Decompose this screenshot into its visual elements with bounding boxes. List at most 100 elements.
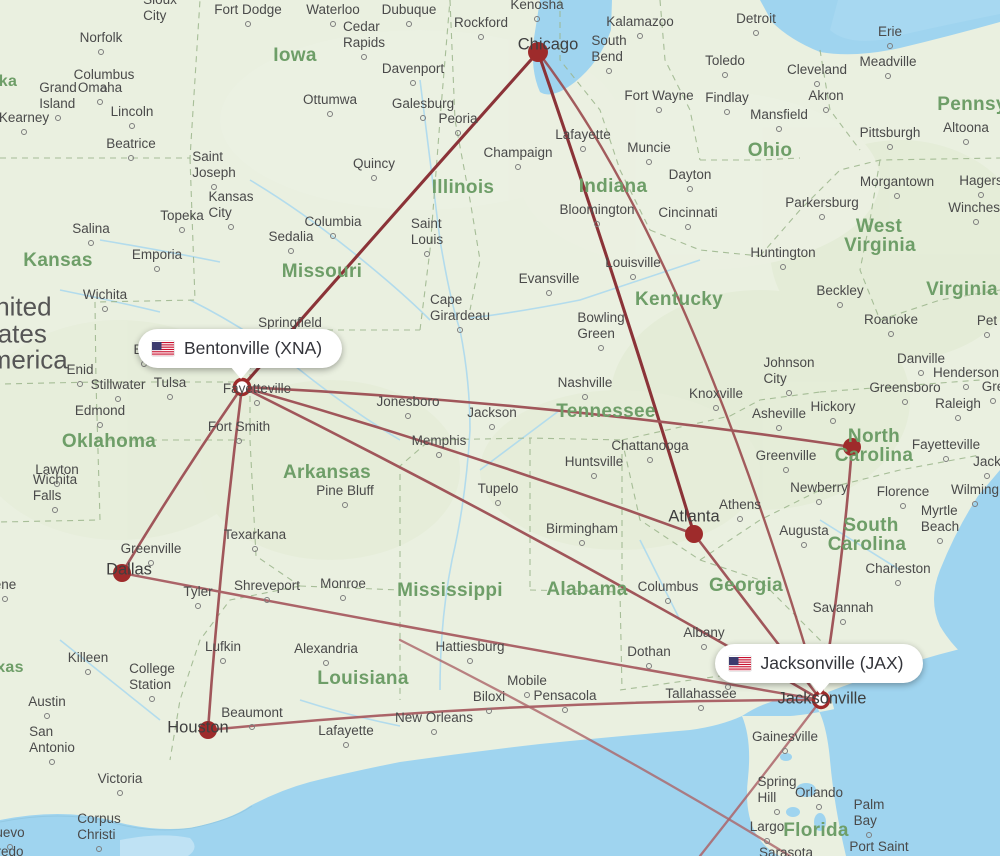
city-marker-dot [236, 438, 242, 444]
city-marker-dot [340, 595, 346, 601]
city-marker-dot [665, 598, 671, 604]
city-marker-dot [984, 332, 990, 338]
hub-houston[interactable] [199, 721, 217, 739]
city-marker-dot [489, 424, 495, 430]
destination-tooltip[interactable]: Jacksonville (JAX) [714, 643, 924, 694]
city-marker-dot [973, 219, 979, 225]
city-marker-dot [323, 660, 329, 666]
city-marker-dot [98, 49, 104, 55]
city-marker-dot [546, 290, 552, 296]
city-marker-dot [943, 456, 949, 462]
city-marker-dot [495, 500, 501, 506]
city-marker-dot [963, 139, 969, 145]
city-marker-dot [96, 846, 102, 852]
hub-dallas[interactable] [113, 564, 131, 582]
city-marker-dot [342, 502, 348, 508]
city-marker-dot [455, 130, 461, 136]
endpoint-jax[interactable] [811, 690, 831, 710]
city-marker-dot [211, 184, 217, 190]
city-marker-dot [887, 144, 893, 150]
city-marker-dot [630, 274, 636, 280]
city-marker-dot [591, 473, 597, 479]
city-marker-dot [288, 248, 294, 254]
hub-chicago[interactable] [528, 42, 548, 62]
origin-tooltip[interactable]: Bentonville (XNA) [138, 328, 343, 379]
city-marker-dot [895, 580, 901, 586]
city-marker-dot [467, 658, 473, 664]
city-marker-dot [52, 507, 58, 513]
city-marker-dot [431, 729, 437, 735]
us-flag-icon [728, 656, 751, 671]
city-marker-dot [515, 164, 521, 170]
city-marker-dot [823, 107, 829, 113]
route-map[interactable]: UnitedStatesAmerica IowaIllinoisIndianaO… [0, 0, 1000, 856]
endpoint-xna[interactable] [232, 377, 252, 397]
city-marker-dot [737, 516, 743, 522]
city-marker-dot [816, 804, 822, 810]
city-marker-dot [129, 123, 135, 129]
city-marker-dot [984, 473, 990, 479]
city-marker-dot [894, 193, 900, 199]
city-marker-dot [801, 542, 807, 548]
city-marker-dot [220, 658, 226, 664]
city-marker-dot [656, 107, 662, 113]
city-marker-dot [786, 390, 792, 396]
city-marker-dot [115, 396, 121, 402]
city-marker-dot [783, 467, 789, 473]
city-marker-dot [816, 499, 822, 505]
city-marker-dot [776, 425, 782, 431]
city-marker-dot [782, 748, 788, 754]
city-marker-dot [579, 540, 585, 546]
city-marker-dot [534, 16, 540, 22]
destination-tooltip-label: Jacksonville (JAX) [760, 652, 904, 673]
hub-atlanta[interactable] [685, 525, 703, 543]
city-marker-dot [753, 30, 759, 36]
us-flag-icon [152, 341, 174, 356]
city-marker-dot [245, 21, 251, 27]
hub-charlotte[interactable] [843, 438, 861, 456]
tooltip-pointer [230, 365, 253, 379]
city-marker-dot [776, 126, 782, 132]
city-marker-dot [902, 399, 908, 405]
city-marker-dot [128, 155, 134, 161]
city-marker-dot [524, 692, 530, 698]
city-marker-dot [814, 81, 820, 87]
city-marker-dot [685, 224, 691, 230]
city-marker-dot [21, 129, 27, 135]
city-marker-dot [937, 538, 943, 544]
city-marker-dot [405, 413, 411, 419]
city-marker-dot [646, 159, 652, 165]
city-marker-dot [330, 233, 336, 239]
city-marker-dot [436, 452, 442, 458]
city-marker-dot [637, 33, 643, 39]
city-marker-dot [562, 707, 568, 713]
city-marker-dot [55, 115, 61, 121]
city-marker-dot [724, 109, 730, 115]
city-marker-dot [478, 34, 484, 40]
city-marker-dot [606, 68, 612, 74]
city-marker-dot [866, 832, 872, 838]
city-marker-dot [44, 713, 50, 719]
city-marker-dot [963, 384, 969, 390]
map-canvas [0, 0, 1000, 856]
city-marker-dot [149, 696, 155, 702]
city-marker-dot [687, 186, 693, 192]
city-marker-dot [330, 21, 336, 27]
city-marker-dot [249, 724, 255, 730]
city-marker-dot [885, 73, 891, 79]
city-marker-dot [97, 99, 103, 105]
city-marker-dot [327, 111, 333, 117]
city-marker-dot [486, 708, 492, 714]
city-marker-dot [598, 345, 604, 351]
city-marker-dot [343, 742, 349, 748]
city-marker-dot [252, 546, 258, 552]
city-marker-dot [646, 663, 652, 669]
city-marker-dot [701, 644, 707, 650]
city-marker-dot [647, 457, 653, 463]
city-marker-dot [424, 251, 430, 257]
city-marker-dot [582, 394, 588, 400]
city-marker-dot [774, 809, 780, 815]
city-marker-dot [228, 224, 234, 230]
city-marker-dot [698, 705, 704, 711]
city-marker-dot [195, 603, 201, 609]
